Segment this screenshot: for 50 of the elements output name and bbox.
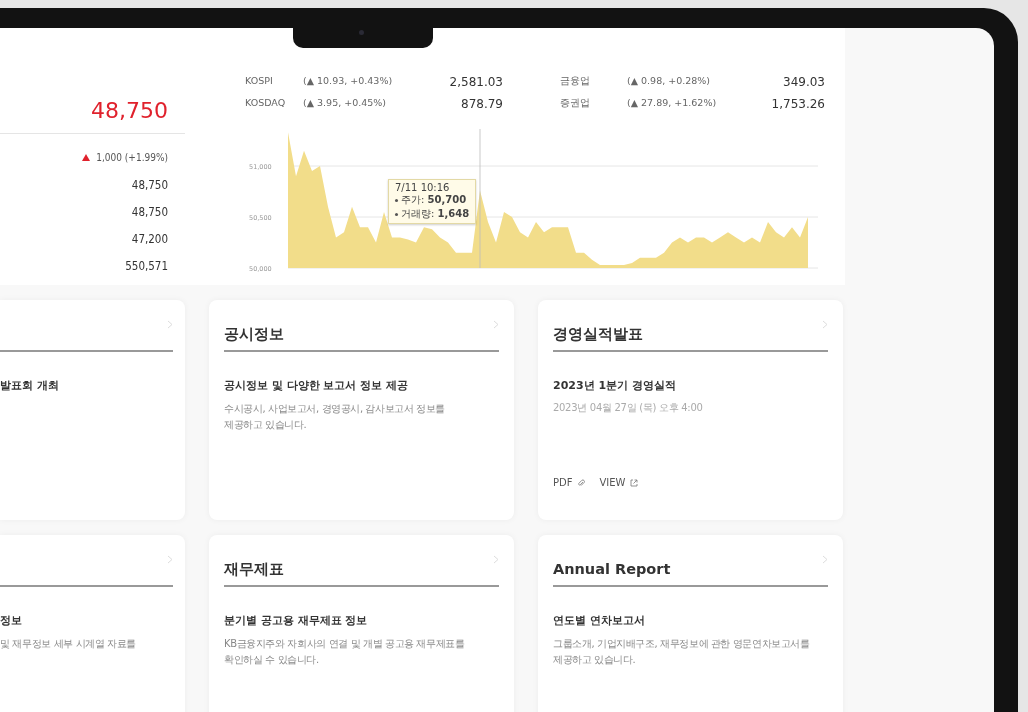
card-date: 2023년 04월 27일 (목) 오후 4:00 (553, 401, 704, 415)
bullet-icon (395, 212, 398, 216)
paperclip-icon (577, 478, 586, 487)
index-name: 금융업 (559, 75, 591, 88)
card-description: 그룹소개, 기업지배구조, 재무정보에 관한 영문연차보고서를 제공하고 있습니다. (553, 637, 811, 667)
card-headline: 분기별 공고용 재무제표 정보 (224, 613, 369, 628)
index-change: (▲ 3.95, +0.45%) (303, 97, 388, 110)
index-name: KOSDAQ (245, 97, 287, 110)
chevron-right-icon[interactable] (822, 554, 828, 564)
index-change: (▲ 27.89, +1.62%) (627, 97, 718, 110)
tooltip-volume: 거래량: 1,648 (401, 207, 470, 221)
card-link[interactable]: VIEW (599, 477, 639, 488)
chevron-right-icon[interactable] (822, 319, 828, 329)
external-link-icon (630, 478, 639, 487)
card-title: 공시정보 (224, 324, 284, 344)
card-link[interactable]: PDF (553, 477, 586, 488)
index-name: KOSPI (245, 75, 274, 88)
index-value: 1,753.26 (770, 97, 825, 111)
card-title: 재무제표 (224, 559, 284, 579)
stock-value: 48,750 (131, 204, 168, 219)
index-change: (▲ 10.93, +0.43%) (303, 75, 394, 88)
card-description: 및 재무정보 세부 시계열 자료를 (0, 637, 137, 651)
chevron-right-icon[interactable] (167, 319, 173, 329)
card-headline: 2023년 1분기 경영실적 (553, 378, 677, 393)
tooltip-date: 7/11 10:16 (395, 182, 451, 193)
chevron-right-icon[interactable] (493, 319, 499, 329)
bullet-icon (395, 198, 398, 202)
index-value: 349.03 (782, 75, 825, 89)
index-change: (▲ 0.98, +0.28%) (627, 75, 712, 88)
index-name: 증권업 (559, 97, 591, 110)
card-headline: 발표회 개최 (0, 378, 60, 393)
card-headline: 공시정보 및 다양한 보고서 정보 제공 (224, 378, 410, 393)
card-headline: 연도별 연차보고서 (553, 613, 646, 628)
chevron-right-icon[interactable] (167, 554, 173, 564)
tooltip-price: 주가: 50,700 (401, 193, 467, 207)
stock-value: 550,571 (125, 258, 168, 273)
card-description: 수시공시, 사업보고서, 경영공시, 감사보고서 정보를 제공하고 있습니다. (224, 402, 447, 432)
card-description: KB금융지주와 자회사의 연결 및 개별 공고용 재무제표를 확인하실 수 있습니다. (224, 637, 466, 667)
stock-value: 47,200 (131, 231, 168, 246)
stock-value: 48,750 (131, 177, 168, 192)
up-triangle-icon (82, 154, 91, 161)
card-title: Annual Report (553, 561, 671, 577)
price-change: 1,000 (+1.99%) (96, 152, 168, 163)
chevron-right-icon[interactable] (493, 554, 499, 564)
index-value: 878.79 (460, 97, 503, 111)
card-headline: 정보 (0, 613, 23, 628)
camera-icon (359, 30, 364, 35)
stock-price: 48,750 (91, 98, 168, 125)
card-title: 경영실적발표 (553, 324, 643, 344)
index-value: 2,581.03 (448, 75, 503, 89)
